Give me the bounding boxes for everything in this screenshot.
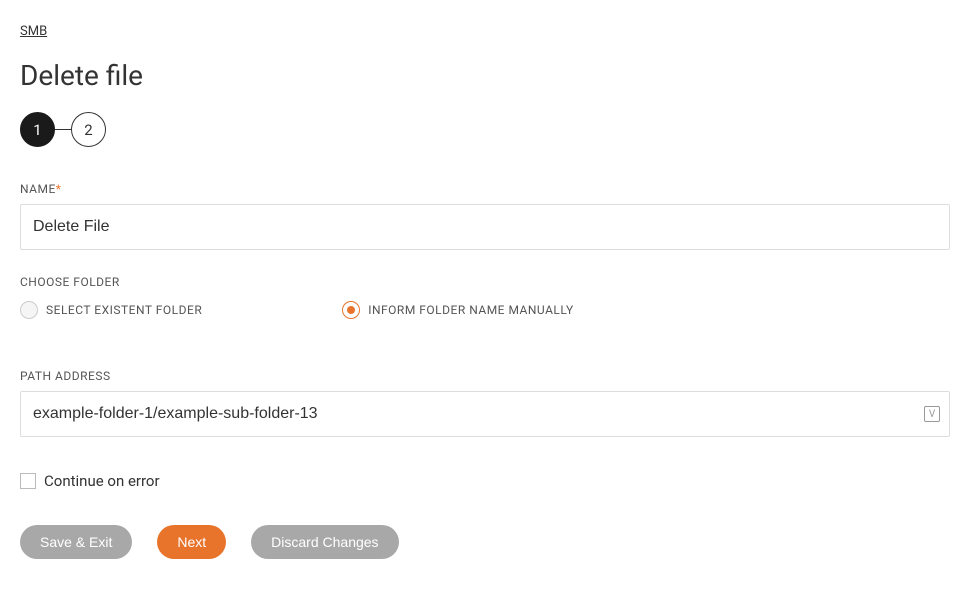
radio-inform-manually[interactable]: INFORM FOLDER NAME MANUALLY [342,301,573,319]
step-connector [55,129,71,130]
action-buttons: Save & Exit Next Discard Changes [20,525,951,559]
path-address-input[interactable] [20,391,950,437]
wizard-stepper: 1 2 [20,112,951,147]
continue-on-error-label: Continue on error [44,472,160,490]
required-asterisk: * [56,182,62,196]
path-input-wrap: V [20,391,950,437]
radio-dot-icon [347,306,355,314]
next-button[interactable]: Next [157,525,226,559]
page-title: Delete file [20,59,951,92]
name-field-group: NAME* [20,182,951,250]
radio-circle-icon [20,301,38,319]
radio-label-existent: SELECT EXISTENT FOLDER [46,303,202,317]
save-exit-button[interactable]: Save & Exit [20,525,132,559]
continue-on-error-group[interactable]: Continue on error [20,472,951,490]
variable-icon[interactable]: V [924,406,940,422]
name-label-text: NAME [20,182,56,196]
radio-label-manually: INFORM FOLDER NAME MANUALLY [368,303,573,317]
choose-folder-group: CHOOSE FOLDER SELECT EXISTENT FOLDER INF… [20,275,951,319]
checkbox-icon[interactable] [20,473,36,489]
name-input[interactable] [20,204,950,250]
step-2[interactable]: 2 [71,112,106,147]
radio-circle-icon [342,301,360,319]
path-address-group: PATH ADDRESS V [20,369,951,437]
choose-folder-label: CHOOSE FOLDER [20,275,951,289]
radio-select-existent[interactable]: SELECT EXISTENT FOLDER [20,301,202,319]
discard-changes-button[interactable]: Discard Changes [251,525,398,559]
path-address-label: PATH ADDRESS [20,369,951,383]
name-label: NAME* [20,182,951,196]
breadcrumb-link[interactable]: SMB [20,24,47,39]
folder-radio-group: SELECT EXISTENT FOLDER INFORM FOLDER NAM… [20,301,951,319]
step-1[interactable]: 1 [20,112,55,147]
